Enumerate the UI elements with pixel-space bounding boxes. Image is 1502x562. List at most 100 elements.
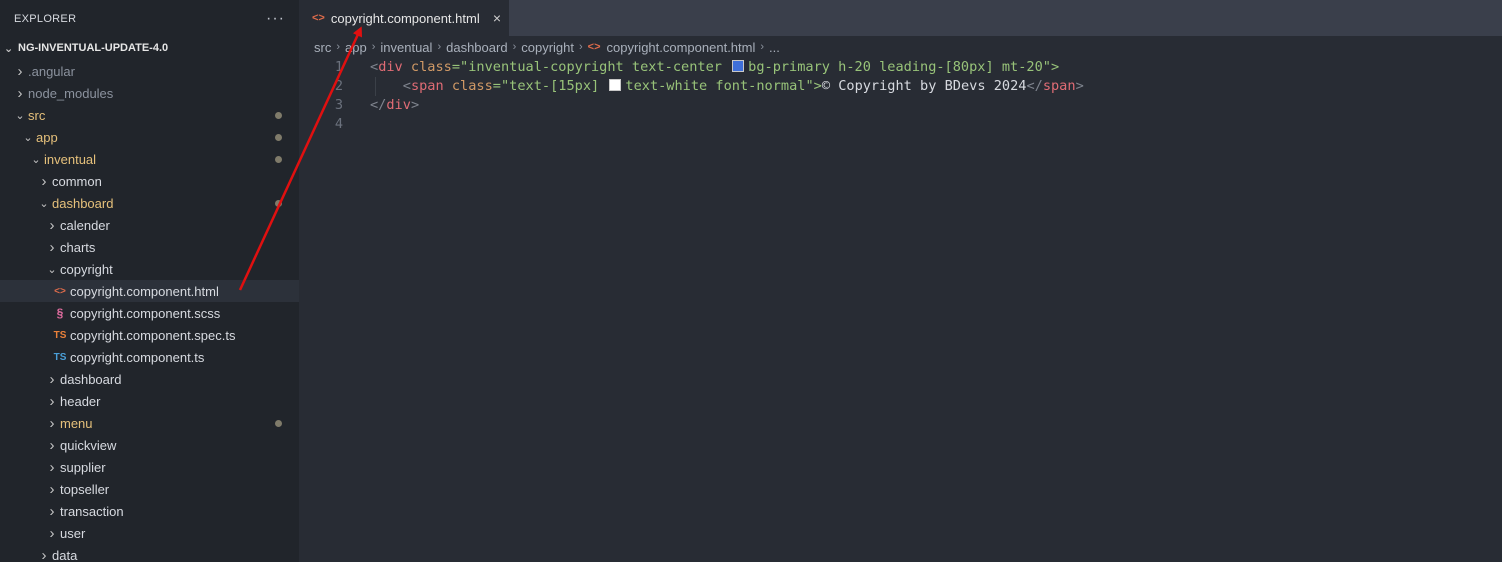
code-line[interactable]: 2 <span class="text-[15px] text-white fo…	[299, 77, 1502, 96]
breadcrumb-item[interactable]: dashboard	[446, 40, 507, 55]
tag-bracket: >	[410, 97, 420, 113]
code-editor[interactable]: 1 <div class="inventual-copyright text-c…	[299, 58, 1502, 134]
tree-folder[interactable]: › node_modules	[0, 82, 299, 104]
tree-item-label: header	[60, 393, 101, 409]
tree-item-label: inventual	[44, 151, 97, 167]
tree-item-label: dashboard	[60, 371, 122, 387]
tree-folder[interactable]: ⌄ app	[0, 126, 299, 148]
breadcrumb-item[interactable]: inventual	[380, 40, 432, 55]
explorer-sidebar: EXPLORER ··· ⌄ NG-INVENTUAL-UPDATE-4.0 ›…	[0, 0, 299, 562]
color-swatch-icon[interactable]	[732, 60, 745, 72]
code-line[interactable]: 3 </div>	[299, 96, 1502, 115]
tag-bracket: ">	[805, 78, 822, 94]
tree-item-label: data	[52, 547, 78, 562]
modified-dot-icon	[275, 156, 282, 163]
tree-folder[interactable]: › user	[0, 522, 299, 544]
tree-folder[interactable]: ⌄ inventual	[0, 148, 299, 170]
line-number: 4	[334, 116, 343, 132]
close-icon[interactable]: ×	[493, 10, 501, 26]
chevron-right-icon: ›	[49, 480, 55, 498]
chevron-down-icon: ⌄	[23, 131, 33, 144]
text-content: © Copyright by BDevs 2024	[821, 78, 1027, 94]
tree-folder[interactable]: › common	[0, 170, 299, 192]
tree-folder[interactable]: › transaction	[0, 500, 299, 522]
tree-file[interactable]: § copyright.component.scss	[0, 302, 299, 324]
color-swatch-icon[interactable]	[609, 79, 622, 91]
chevron-right-icon: ›	[49, 392, 55, 410]
tree-item-label: copyright.component.scss	[70, 305, 221, 321]
tree-folder[interactable]: ⌄ dashboard	[0, 192, 299, 214]
tree-folder[interactable]: › calender	[0, 214, 299, 236]
tree-folder[interactable]: › menu	[0, 412, 299, 434]
breadcrumb-item[interactable]: app	[345, 40, 367, 55]
tree-item-label: menu	[60, 415, 93, 431]
tree-folder[interactable]: › data	[0, 544, 299, 562]
tree-folder[interactable]: › charts	[0, 236, 299, 258]
tab-copyright-component-html[interactable]: <> copyright.component.html ×	[299, 0, 509, 36]
line-number: 3	[334, 97, 343, 113]
html-file-icon: <>	[587, 41, 601, 53]
file-tree: › .angular › node_modules ⌄ src ⌄ app ⌄ inventual…	[0, 60, 299, 562]
class-value: inventual-copyright text-center	[468, 59, 731, 75]
breadcrumb: src › app › inventual › dashboard › copy…	[299, 36, 1502, 58]
tree-item-label: transaction	[60, 503, 124, 519]
chevron-right-icon: ›	[371, 41, 376, 53]
tree-item-label: quickview	[60, 437, 117, 453]
chevron-down-icon: ⌄	[31, 153, 41, 166]
tree-folder[interactable]: ⌄ src	[0, 104, 299, 126]
tree-folder[interactable]: › supplier	[0, 456, 299, 478]
tree-item-label: calender	[60, 217, 110, 233]
tree-folder[interactable]: › header	[0, 390, 299, 412]
attr-name: class	[402, 59, 452, 75]
chevron-right-icon: ›	[336, 41, 341, 53]
tree-item-label: charts	[60, 239, 96, 255]
more-actions-icon[interactable]: ···	[266, 10, 285, 28]
tree-folder[interactable]: › quickview	[0, 434, 299, 456]
project-root[interactable]: ⌄ NG-INVENTUAL-UPDATE-4.0	[0, 38, 299, 58]
tree-file[interactable]: TS copyright.component.spec.ts	[0, 324, 299, 346]
breadcrumb-item[interactable]: ...	[769, 40, 780, 55]
explorer-header: EXPLORER ···	[0, 0, 299, 38]
chevron-down-icon: ⌄	[4, 42, 14, 55]
attr-name: class	[443, 78, 493, 94]
project-name: NG-INVENTUAL-UPDATE-4.0	[18, 42, 169, 54]
tree-item-label: .angular	[28, 63, 75, 79]
html-file-icon: <>	[54, 285, 66, 297]
breadcrumb-item[interactable]: copyright.component.html	[607, 40, 756, 55]
code-line[interactable]: 1 <div class="inventual-copyright text-c…	[299, 58, 1502, 77]
tree-folder[interactable]: › topseller	[0, 478, 299, 500]
class-value: text-[15px]	[509, 78, 608, 94]
chevron-down-icon: ⌄	[39, 197, 49, 210]
tree-item-label: common	[52, 173, 102, 189]
chevron-right-icon: ›	[17, 62, 23, 80]
breadcrumb-item[interactable]: copyright	[521, 40, 574, 55]
code-line[interactable]: 4	[299, 115, 1502, 134]
tree-item-label: copyright.component.spec.ts	[70, 327, 236, 343]
tag-name: div	[378, 59, 403, 75]
chevron-right-icon: ›	[512, 41, 517, 53]
breadcrumb-item[interactable]: src	[314, 40, 331, 55]
line-number: 2	[334, 78, 343, 94]
tree-item-label: copyright.component.html	[70, 283, 219, 299]
tree-item-label: topseller	[60, 481, 110, 497]
modified-dot-icon	[275, 134, 282, 141]
tag-bracket: <	[402, 78, 411, 94]
tag-bracket: </	[1026, 78, 1043, 94]
tree-item-label: copyright	[60, 261, 113, 277]
tree-folder[interactable]: ⌄ copyright	[0, 258, 299, 280]
chevron-right-icon: ›	[49, 414, 55, 432]
tag-name: span	[1042, 78, 1076, 94]
tree-file[interactable]: TS copyright.component.ts	[0, 346, 299, 368]
html-file-icon: <>	[312, 12, 325, 24]
chevron-right-icon: ›	[760, 41, 765, 53]
tree-file[interactable]: <> copyright.component.html	[0, 280, 299, 302]
tag-name: div	[386, 97, 411, 113]
tree-folder[interactable]: › .angular	[0, 60, 299, 82]
chevron-down-icon: ⌄	[47, 263, 57, 276]
chevron-right-icon: ›	[49, 458, 55, 476]
tag-bracket: </	[370, 97, 387, 113]
tag-bracket: ">	[1042, 59, 1060, 75]
chevron-right-icon: ›	[49, 502, 55, 520]
ts-spec-file-icon: TS	[53, 329, 67, 341]
tree-folder[interactable]: › dashboard	[0, 368, 299, 390]
